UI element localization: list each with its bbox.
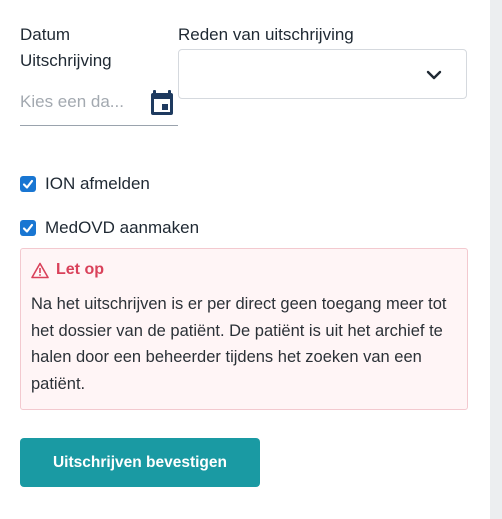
calendar-icon[interactable] (150, 90, 174, 116)
date-input[interactable]: Kies een da... (20, 88, 178, 126)
ion-checkbox-row[interactable]: ION afmelden (20, 172, 150, 196)
medovd-checkbox-label: MedOVD aanmaken (45, 218, 200, 237)
ion-checkbox-label: ION afmelden (45, 174, 150, 193)
ion-checkbox[interactable] (20, 176, 36, 192)
warning-triangle-icon (31, 262, 49, 278)
reason-label: Reden van uitschrijving (178, 25, 354, 44)
alert-header: Let op (31, 261, 104, 279)
alert-message: Na het uitschrijven is er per direct gee… (31, 295, 447, 393)
scrollbar-track[interactable] (490, 0, 502, 519)
confirm-unregister-button[interactable]: Uitschrijven bevestigen (20, 438, 260, 487)
medovd-checkbox-row[interactable]: MedOVD aanmaken (20, 216, 199, 240)
checkmark-icon (22, 223, 34, 233)
checkmark-icon (22, 179, 34, 189)
alert-title: Let op (56, 261, 104, 278)
date-label: Datum Uitschrijving (20, 25, 112, 70)
date-placeholder: Kies een da... (20, 92, 124, 111)
reason-select[interactable] (178, 49, 467, 99)
warning-alert: Let op Na het uitschrijven is er per dir… (20, 248, 468, 410)
unregister-form-panel: Datum Uitschrijving Reden van uitschrijv… (0, 0, 490, 519)
medovd-checkbox[interactable] (20, 220, 36, 236)
chevron-down-icon (426, 70, 442, 80)
